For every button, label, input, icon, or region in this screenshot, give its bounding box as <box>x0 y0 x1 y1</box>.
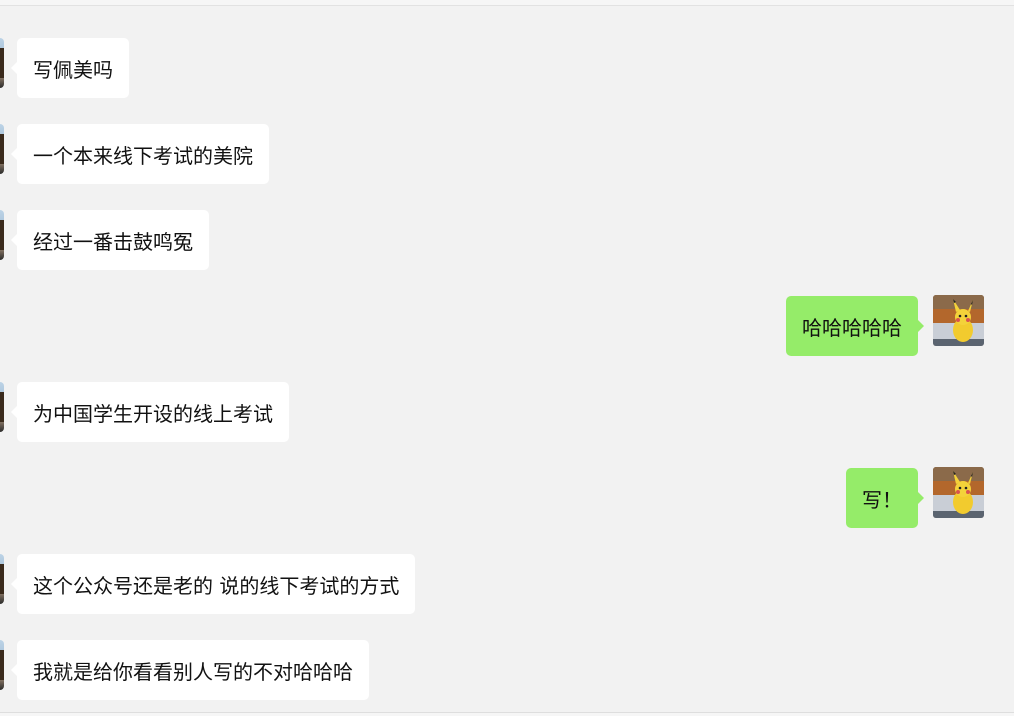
contact-avatar-icon[interactable] <box>0 382 4 432</box>
pikachu-icon <box>933 467 984 518</box>
contact-avatar-icon[interactable] <box>0 554 4 604</box>
top-divider <box>0 0 1014 6</box>
contact-avatar-icon[interactable] <box>0 124 4 174</box>
contact-avatar-icon[interactable] <box>0 640 4 690</box>
incoming-message-bubble[interactable]: 经过一番击鼓鸣冤 <box>11 210 209 270</box>
message-row: 我就是给你看看别人写的不对哈哈哈 <box>0 640 1014 700</box>
message-row: 哈哈哈哈哈 <box>0 295 1014 356</box>
incoming-message-bubble[interactable]: 我就是给你看看别人写的不对哈哈哈 <box>11 640 369 700</box>
incoming-message-bubble[interactable]: 这个公众号还是老的 说的线下考试的方式 <box>10 554 416 614</box>
incoming-message-bubble[interactable]: 写佩美吗 <box>11 38 129 98</box>
contact-avatar-icon[interactable] <box>0 210 4 260</box>
outgoing-message-bubble[interactable]: 哈哈哈哈哈 <box>786 296 924 356</box>
pikachu-avatar-icon[interactable] <box>933 467 984 518</box>
message-row: 经过一番击鼓鸣冤 <box>0 210 1014 270</box>
chat-message-list[interactable]: 写佩美吗 一个本来线下考试的美院 经过一番击鼓鸣冤 哈哈哈哈哈 为中国学生开设的… <box>0 0 1014 716</box>
message-row: 为中国学生开设的线上考试 <box>0 382 1014 442</box>
message-row: 写！ <box>0 467 1014 528</box>
incoming-message-bubble[interactable]: 一个本来线下考试的美院 <box>11 124 269 184</box>
message-row: 一个本来线下考试的美院 <box>0 124 1014 184</box>
outgoing-message-bubble[interactable]: 写！ <box>846 468 924 528</box>
incoming-message-bubble[interactable]: 为中国学生开设的线上考试 <box>11 382 289 442</box>
contact-avatar-icon[interactable] <box>0 38 4 88</box>
message-row: 写佩美吗 <box>0 38 1014 98</box>
bottom-divider <box>0 712 1014 716</box>
pikachu-icon <box>933 295 984 346</box>
pikachu-avatar-icon[interactable] <box>933 295 984 346</box>
message-row: 这个公众号还是老的 说的线下考试的方式 <box>0 554 1014 614</box>
